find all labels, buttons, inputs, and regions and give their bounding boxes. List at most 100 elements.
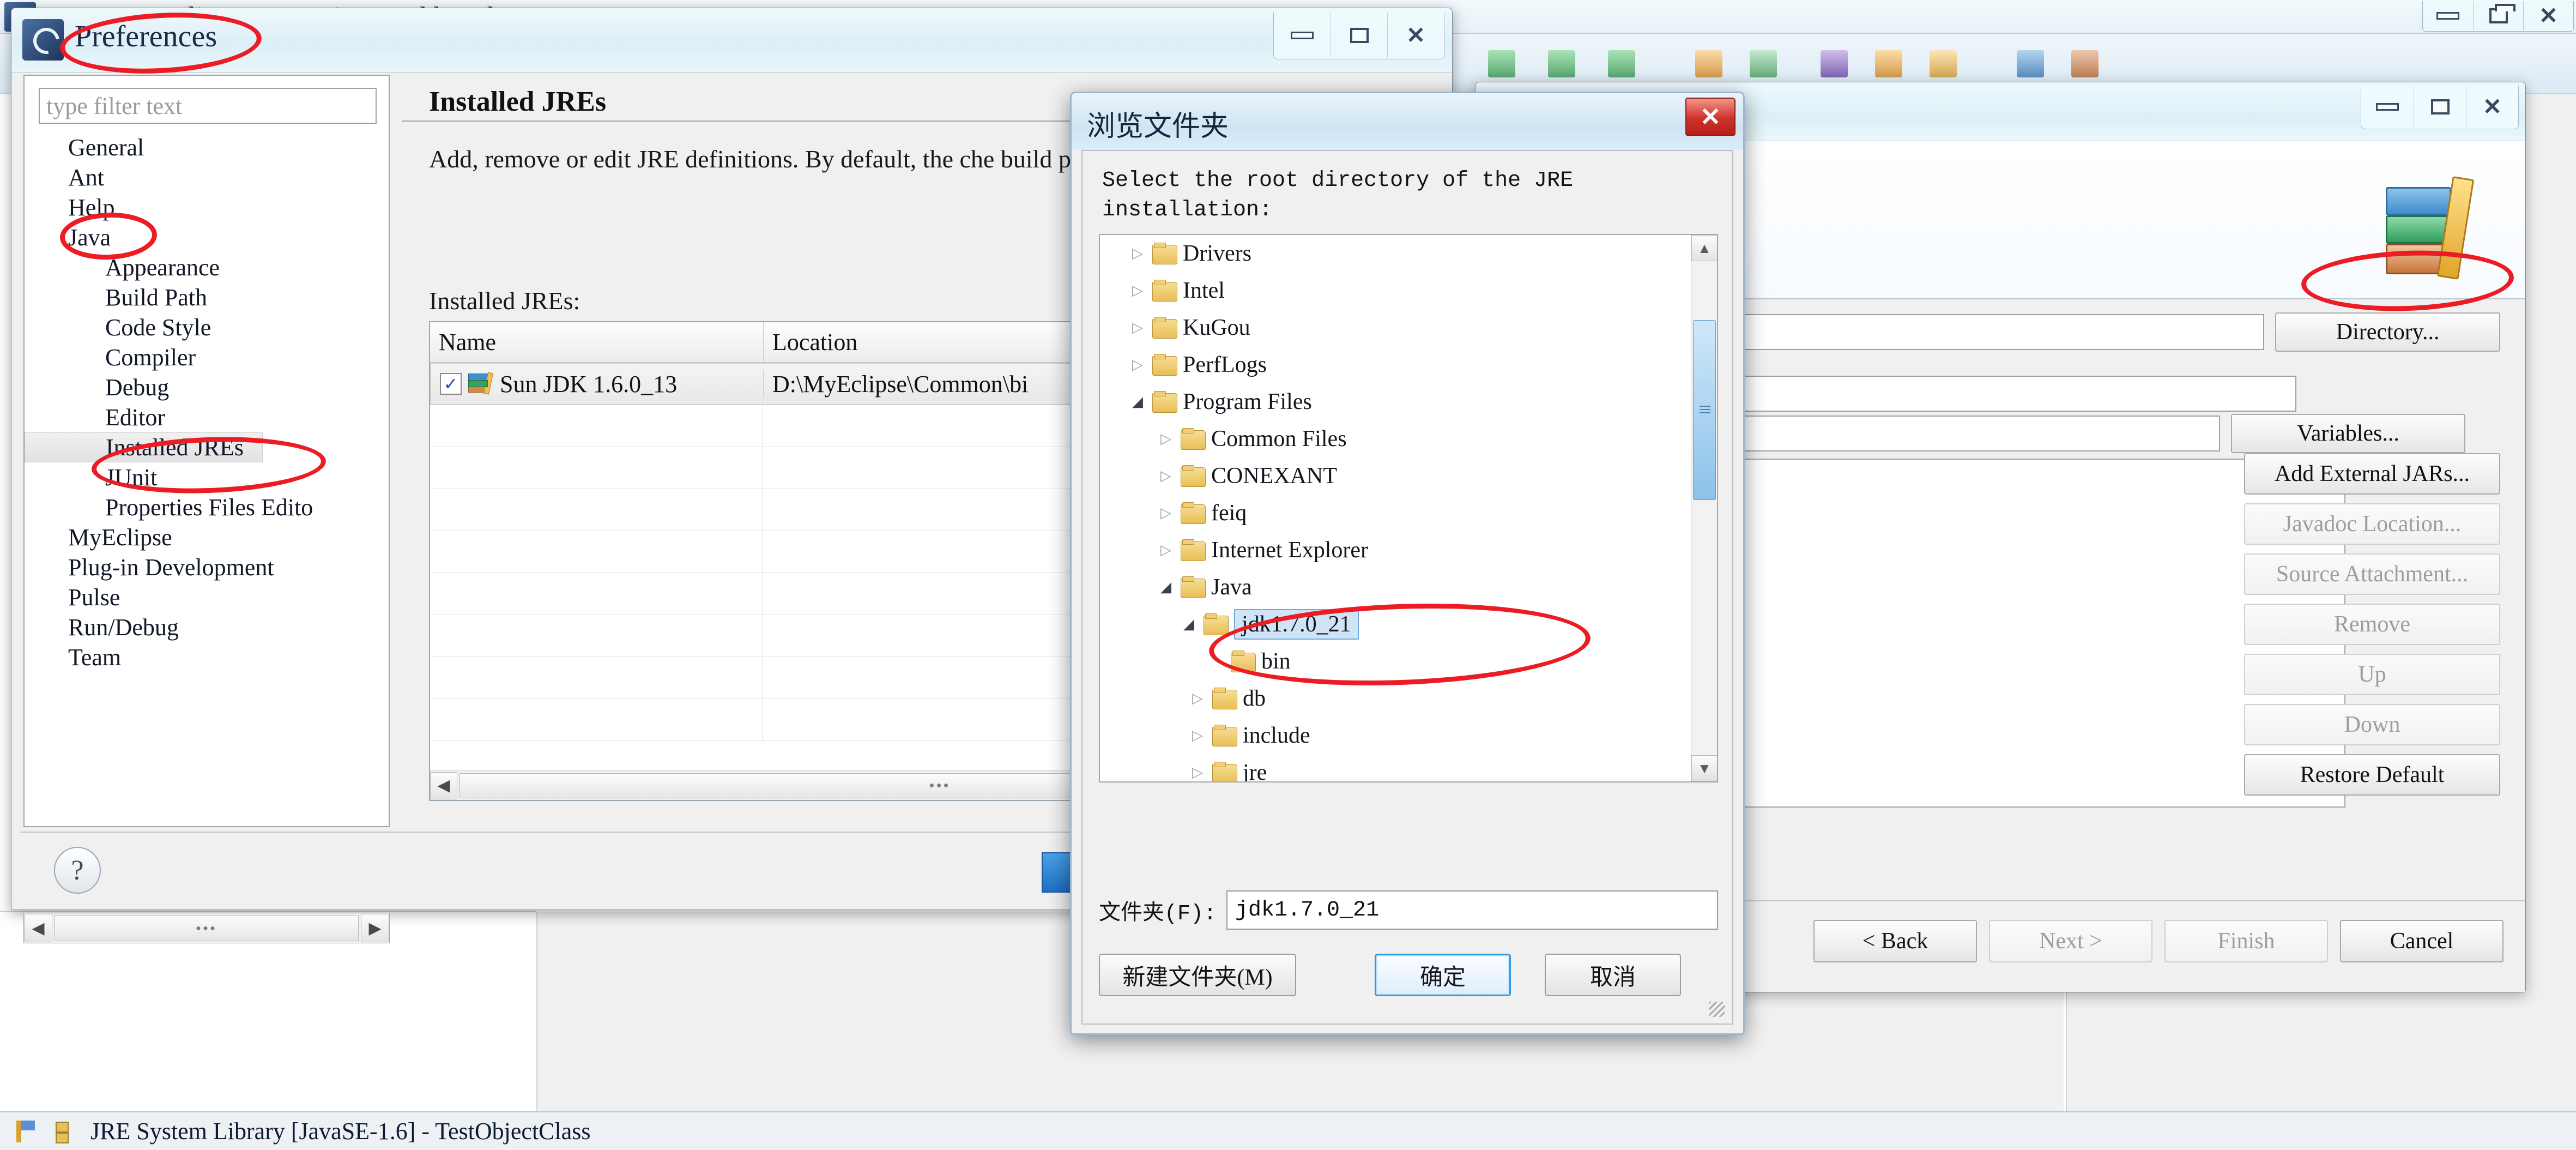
sidebar-item-appearance[interactable]: Appearance bbox=[25, 252, 389, 282]
toolbar-icon-new-package[interactable] bbox=[1750, 50, 1777, 77]
sidebar-item-plugin-development[interactable]: Plug-in Development bbox=[25, 552, 389, 582]
sidebar-item-junit[interactable]: JUnit bbox=[25, 462, 389, 492]
restore-default-button[interactable]: Restore Default bbox=[2244, 754, 2500, 796]
column-header-name[interactable]: Name bbox=[430, 322, 764, 362]
folder-item-jdk1-7-0-21[interactable]: ◢ jdk1.7.0_21 bbox=[1100, 606, 1691, 643]
next-button[interactable]: Next > bbox=[1989, 920, 2152, 962]
toolbar-icon-open-type[interactable] bbox=[1930, 50, 1957, 77]
chevron-down-icon[interactable]: ◢ bbox=[1180, 615, 1198, 634]
folder-item-jre[interactable]: ▷ jre bbox=[1100, 754, 1691, 781]
chevron-right-icon[interactable]: ▷ bbox=[1157, 541, 1175, 559]
variables-button[interactable]: Variables... bbox=[2231, 414, 2465, 453]
folder-item-internet-explorer[interactable]: ▷ Internet Explorer bbox=[1100, 532, 1691, 569]
folder-item-intel[interactable]: ▷ Intel bbox=[1100, 272, 1691, 309]
chevron-right-icon[interactable]: ▷ bbox=[1128, 356, 1147, 374]
help-button[interactable]: ? bbox=[54, 847, 101, 894]
scroll-down-arrow-icon[interactable]: ▼ bbox=[1691, 755, 1717, 781]
eclipse-window-controls[interactable]: ✕ bbox=[2422, 1, 2574, 32]
sidebar-item-help[interactable]: Help bbox=[25, 192, 389, 222]
folder-item-feiq[interactable]: ▷ feiq bbox=[1100, 495, 1691, 532]
eclipse-restore-button[interactable] bbox=[2473, 1, 2523, 31]
preferences-tree[interactable]: General Ant Help Java Appearance Build P… bbox=[25, 133, 389, 672]
directory-button[interactable]: Directory... bbox=[2275, 312, 2500, 352]
preferences-tree-horizontal-scrollbar[interactable]: ◀ ••• ▶ bbox=[23, 913, 390, 943]
up-button[interactable]: Up bbox=[2244, 654, 2500, 695]
sidebar-item-team[interactable]: Team bbox=[25, 642, 389, 672]
chevron-right-icon[interactable]: ▷ bbox=[1157, 467, 1175, 485]
toolbar-icon-profile[interactable] bbox=[1608, 50, 1635, 77]
preferences-minimize-button[interactable] bbox=[1274, 13, 1331, 58]
sidebar-item-run-debug[interactable]: Run/Debug bbox=[25, 612, 389, 642]
toolbar-icon-debug[interactable] bbox=[1548, 50, 1575, 77]
javadoc-location-button[interactable]: Javadoc Location... bbox=[2244, 503, 2500, 545]
preferences-window-controls[interactable]: ✕ bbox=[1273, 13, 1444, 59]
table-scroll-left-arrow-icon[interactable]: ◀ bbox=[430, 772, 457, 799]
eclipse-close-button[interactable]: ✕ bbox=[2523, 1, 2573, 31]
sidebar-item-code-style[interactable]: Code Style bbox=[25, 312, 389, 342]
new-folder-button[interactable]: 新建文件夹(M) bbox=[1099, 954, 1296, 996]
folder-item-db[interactable]: ▷ db bbox=[1100, 680, 1691, 717]
default-vm-arguments-input[interactable] bbox=[1730, 416, 2220, 451]
folder-tree[interactable]: ▷ Drivers ▷ Intel ▷ KuGou ▷ PerfLogs ◢ P… bbox=[1100, 235, 1691, 781]
chevron-right-icon[interactable]: ▷ bbox=[1157, 430, 1175, 448]
sidebar-item-build-path[interactable]: Build Path bbox=[25, 282, 389, 312]
scroll-right-arrow-icon[interactable]: ▶ bbox=[361, 914, 389, 942]
toolbar-icon-java-perspective[interactable] bbox=[2071, 50, 2099, 77]
toolbar-icon-new-java-class[interactable] bbox=[1695, 50, 1722, 77]
folder-item-bin[interactable]: bin bbox=[1100, 643, 1691, 680]
remove-button[interactable]: Remove bbox=[2244, 604, 2500, 645]
cancel-button[interactable]: 取消 bbox=[1545, 954, 1681, 996]
wizard-maximize-button[interactable] bbox=[2414, 86, 2466, 128]
pane-divider-horizontal-1[interactable] bbox=[0, 911, 536, 912]
chevron-right-icon[interactable]: ▷ bbox=[1128, 244, 1147, 263]
toolbar-icon-perspective[interactable] bbox=[2017, 50, 2044, 77]
filter-input[interactable]: type filter text bbox=[39, 88, 377, 124]
toolbar-icon-search[interactable] bbox=[1821, 50, 1848, 77]
toolbar-icon-run[interactable] bbox=[1488, 50, 1515, 77]
cancel-button[interactable]: Cancel bbox=[2340, 920, 2504, 962]
folder-item-program-files[interactable]: ◢ Program Files bbox=[1100, 383, 1691, 420]
folder-item-drivers[interactable]: ▷ Drivers bbox=[1100, 235, 1691, 272]
sidebar-item-compiler[interactable]: Compiler bbox=[25, 342, 389, 372]
folder-item-perflogs[interactable]: ▷ PerfLogs bbox=[1100, 346, 1691, 383]
back-button[interactable]: < Back bbox=[1813, 920, 1977, 962]
sidebar-item-properties-files-editor[interactable]: Properties Files Edito bbox=[25, 492, 389, 522]
browse-dialog-close-button[interactable]: ✕ bbox=[1685, 98, 1736, 136]
scroll-up-arrow-icon[interactable]: ▲ bbox=[1691, 235, 1717, 261]
chevron-right-icon[interactable]: ▷ bbox=[1188, 726, 1207, 745]
folder-tree-vertical-scrollbar[interactable]: ▲ ▼ bbox=[1691, 235, 1717, 781]
scroll-thumb[interactable]: ••• bbox=[55, 915, 359, 941]
source-attachment-button[interactable]: Source Attachment... bbox=[2244, 553, 2500, 595]
toolbar-icon-navigate[interactable] bbox=[1875, 50, 1902, 77]
eclipse-minimize-button[interactable] bbox=[2423, 1, 2473, 31]
chevron-right-icon[interactable]: ▷ bbox=[1128, 318, 1147, 337]
folder-item-java[interactable]: ◢ Java bbox=[1100, 569, 1691, 606]
sidebar-item-debug[interactable]: Debug bbox=[25, 372, 389, 402]
sidebar-item-editor[interactable]: Editor bbox=[25, 402, 389, 432]
sidebar-item-myeclipse[interactable]: MyEclipse bbox=[25, 522, 389, 552]
folder-item-common-files[interactable]: ▷ Common Files bbox=[1100, 420, 1691, 457]
chevron-right-icon[interactable]: ▷ bbox=[1128, 281, 1147, 300]
folder-item-include[interactable]: ▷ include bbox=[1100, 717, 1691, 754]
folder-tree-scroll-thumb[interactable] bbox=[1693, 320, 1716, 500]
chevron-down-icon[interactable]: ◢ bbox=[1157, 578, 1175, 597]
finish-button[interactable]: Finish bbox=[2164, 920, 2328, 962]
wizard-window-controls[interactable]: ✕ bbox=[2361, 86, 2519, 129]
sidebar-item-java[interactable]: Java bbox=[25, 222, 389, 252]
jre-default-checkbox[interactable]: ✓ bbox=[440, 373, 462, 395]
preferences-maximize-button[interactable] bbox=[1331, 13, 1387, 58]
sidebar-item-installed-jres[interactable]: Installed JREs bbox=[25, 432, 263, 462]
add-external-jars-button[interactable]: Add External JARs... bbox=[2244, 453, 2500, 495]
sidebar-item-pulse[interactable]: Pulse bbox=[25, 582, 389, 612]
folder-tree-container[interactable]: ▷ Drivers ▷ Intel ▷ KuGou ▷ PerfLogs ◢ P… bbox=[1099, 234, 1718, 782]
wizard-close-button[interactable]: ✕ bbox=[2466, 86, 2518, 128]
preferences-close-button[interactable]: ✕ bbox=[1387, 13, 1444, 58]
sidebar-item-general[interactable]: General bbox=[25, 133, 389, 162]
ok-button[interactable]: 确定 bbox=[1375, 954, 1511, 996]
wizard-minimize-button[interactable] bbox=[2361, 86, 2414, 128]
folder-name-input[interactable]: jdk1.7.0_21 bbox=[1226, 890, 1718, 930]
folder-item-kugou[interactable]: ▷ KuGou bbox=[1100, 309, 1691, 346]
folder-item-conexant[interactable]: ▷ CONEXANT bbox=[1100, 457, 1691, 495]
down-button[interactable]: Down bbox=[2244, 704, 2500, 745]
chevron-right-icon[interactable]: ▷ bbox=[1157, 504, 1175, 522]
